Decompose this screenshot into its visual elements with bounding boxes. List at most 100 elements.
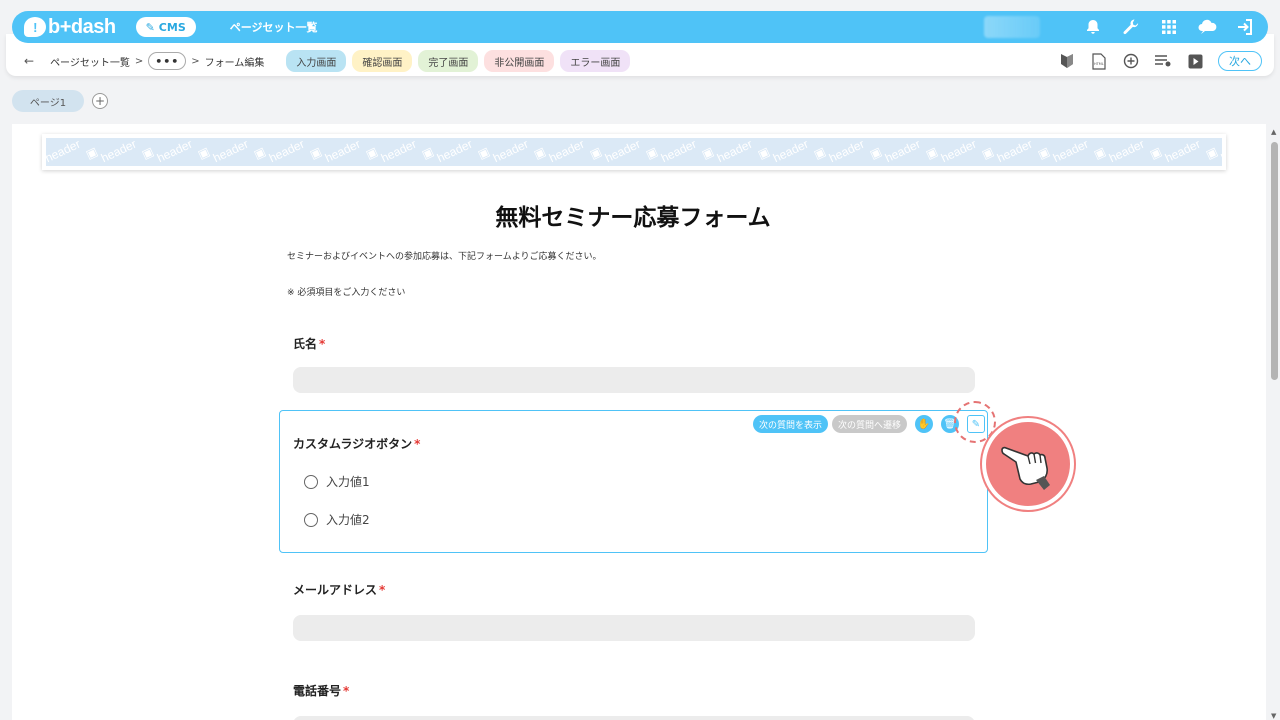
scroll-down-icon[interactable]: ▼ bbox=[1271, 712, 1276, 720]
breadcrumb-more-button[interactable]: ••• bbox=[148, 52, 187, 70]
drag-hand-icon[interactable]: ✋ bbox=[915, 415, 933, 433]
html-file-icon[interactable]: HTML bbox=[1090, 52, 1108, 70]
header-placeholder-word: header bbox=[490, 138, 531, 166]
radio-option[interactable]: 入力値2 bbox=[304, 511, 370, 528]
next-button[interactable]: 次へ bbox=[1218, 51, 1262, 71]
bell-icon[interactable] bbox=[1082, 16, 1104, 38]
image-icon: ▣ bbox=[475, 144, 492, 162]
header-placeholder-word: header bbox=[434, 138, 475, 166]
image-icon: ▣ bbox=[1147, 144, 1164, 162]
header-placeholder-word: header bbox=[1106, 138, 1147, 166]
edit-icon: ✎ bbox=[145, 20, 155, 34]
breadcrumb-separator: > bbox=[191, 55, 200, 67]
image-icon: ▣ bbox=[587, 144, 604, 162]
header-placeholder-word: header bbox=[658, 138, 699, 166]
play-icon[interactable] bbox=[1186, 52, 1204, 70]
radio-field-label: カスタムラジオボタン * bbox=[293, 435, 420, 452]
phone-input[interactable] bbox=[293, 716, 975, 720]
name-field-label: 氏名 * bbox=[293, 335, 325, 352]
form-description: セミナーおよびイベントへの参加応募は、下記フォームよりご応募ください。 bbox=[287, 252, 602, 262]
required-mark: * bbox=[343, 684, 350, 698]
email-input[interactable] bbox=[293, 615, 975, 641]
image-icon: ▣ bbox=[867, 144, 884, 162]
phone-field-label: 電話番号 * bbox=[293, 682, 349, 699]
cms-label: CMS bbox=[158, 20, 186, 34]
beginner-mark-icon[interactable] bbox=[1058, 52, 1076, 70]
grid-icon[interactable] bbox=[1158, 16, 1180, 38]
vertical-scrollbar[interactable]: ▲ ▼ bbox=[1270, 128, 1278, 720]
image-icon: ▣ bbox=[419, 144, 436, 162]
logo-text: b+dash bbox=[48, 15, 116, 38]
tool-icons: HTML 次へ bbox=[1058, 51, 1262, 71]
add-page-button[interactable]: + bbox=[92, 93, 108, 109]
tab-complete-screen[interactable]: 完了画面 bbox=[418, 50, 479, 72]
image-icon: ▣ bbox=[139, 144, 156, 162]
header-placeholder-word: header bbox=[154, 138, 195, 166]
header-placeholder-word: header bbox=[826, 138, 867, 166]
breadcrumb-item-form-edit: フォーム編集 bbox=[204, 57, 265, 69]
tab-error-screen[interactable]: エラー画面 bbox=[560, 50, 631, 72]
image-icon: ▣ bbox=[699, 144, 716, 162]
custom-radio-block[interactable]: 次の質問を表示 次の質問へ遷移 ✋ 🗑 ✎ カスタムラジオボタン * 入力値1 入… bbox=[279, 410, 988, 553]
image-icon: ▣ bbox=[811, 144, 828, 162]
header-placeholder-word: header bbox=[938, 138, 979, 166]
image-icon: ▣ bbox=[1035, 144, 1052, 162]
required-mark: * bbox=[319, 337, 326, 351]
image-icon: ▣ bbox=[755, 144, 772, 162]
radio-option[interactable]: 入力値1 bbox=[304, 473, 370, 490]
image-icon: ▣ bbox=[1203, 144, 1220, 162]
bdash-logo[interactable]: ! b+dash bbox=[24, 16, 116, 39]
header-placeholder[interactable]: header▣header▣header▣header▣header▣heade… bbox=[42, 134, 1226, 170]
page-tab-1[interactable]: ページ1 bbox=[12, 90, 84, 112]
add-circle-icon[interactable] bbox=[1122, 52, 1140, 70]
header-placeholder-word: header bbox=[322, 138, 363, 166]
header-placeholder-word: header bbox=[266, 138, 307, 166]
show-next-question-button[interactable]: 次の質問を表示 bbox=[752, 415, 828, 433]
radio-circle-icon[interactable] bbox=[304, 512, 318, 527]
chat-cloud-icon[interactable] bbox=[1196, 16, 1218, 38]
image-icon: ▣ bbox=[643, 144, 660, 162]
header-placeholder-word: header bbox=[882, 138, 923, 166]
required-mark: * bbox=[379, 583, 386, 597]
scroll-thumb[interactable] bbox=[1271, 142, 1278, 380]
breadcrumb: ← ページセット一覧 > ••• > フォーム編集 bbox=[24, 52, 264, 70]
header-placeholder-word: header bbox=[602, 138, 643, 166]
block-action-buttons: 次の質問を表示 次の質問へ遷移 ✋ 🗑 ✎ bbox=[752, 415, 985, 433]
tab-input-screen[interactable]: 入力画面 bbox=[286, 50, 347, 72]
header-placeholder-word: header bbox=[770, 138, 811, 166]
breadcrumb-item-pageset[interactable]: ページセット一覧 bbox=[50, 54, 130, 69]
image-icon: ▣ bbox=[923, 144, 940, 162]
user-info-blurred bbox=[984, 16, 1040, 38]
back-arrow-icon[interactable]: ← bbox=[24, 54, 34, 68]
header-placeholder-word: header bbox=[378, 138, 419, 166]
name-label-text: 氏名 bbox=[293, 337, 318, 351]
goto-next-question-button[interactable]: 次の質問へ遷移 bbox=[831, 415, 907, 433]
header-placeholder-word: header bbox=[1218, 138, 1222, 166]
radio-label-text: カスタムラジオボタン bbox=[293, 437, 413, 451]
header-placeholder-word: header bbox=[210, 138, 251, 166]
radio-circle-icon[interactable] bbox=[304, 474, 318, 489]
svg-text:HTML: HTML bbox=[1094, 62, 1104, 66]
top-bar: ! b+dash ✎ CMS ページセット一覧 bbox=[12, 11, 1268, 43]
phone-label-text: 電話番号 bbox=[293, 684, 342, 698]
email-label-text: メールアドレス bbox=[293, 583, 378, 597]
image-icon: ▣ bbox=[195, 144, 212, 162]
radio-option-label: 入力値2 bbox=[326, 513, 370, 527]
image-icon: ▣ bbox=[1091, 144, 1108, 162]
header-placeholder-word: header bbox=[994, 138, 1035, 166]
list-settings-icon[interactable] bbox=[1154, 52, 1172, 70]
image-icon: ▣ bbox=[979, 144, 996, 162]
form-required-note: ※ 必須項目をご入力ください bbox=[287, 288, 406, 298]
tab-confirm-screen[interactable]: 確認画面 bbox=[352, 50, 413, 72]
header-placeholder-word: header bbox=[714, 138, 755, 166]
name-input[interactable] bbox=[293, 367, 975, 393]
scroll-up-icon[interactable]: ▲ bbox=[1271, 128, 1276, 136]
logout-icon[interactable] bbox=[1234, 16, 1256, 38]
tab-private-screen[interactable]: 非公開画面 bbox=[484, 50, 555, 72]
header-placeholder-pattern: header▣header▣header▣header▣header▣heade… bbox=[46, 138, 1222, 166]
screen-tabs: 入力画面 確認画面 完了画面 非公開画面 エラー画面 bbox=[286, 50, 631, 72]
wrench-icon[interactable] bbox=[1120, 16, 1142, 38]
header-placeholder-word: header bbox=[1050, 138, 1091, 166]
required-mark: * bbox=[414, 437, 421, 451]
cms-button[interactable]: ✎ CMS bbox=[135, 17, 196, 37]
